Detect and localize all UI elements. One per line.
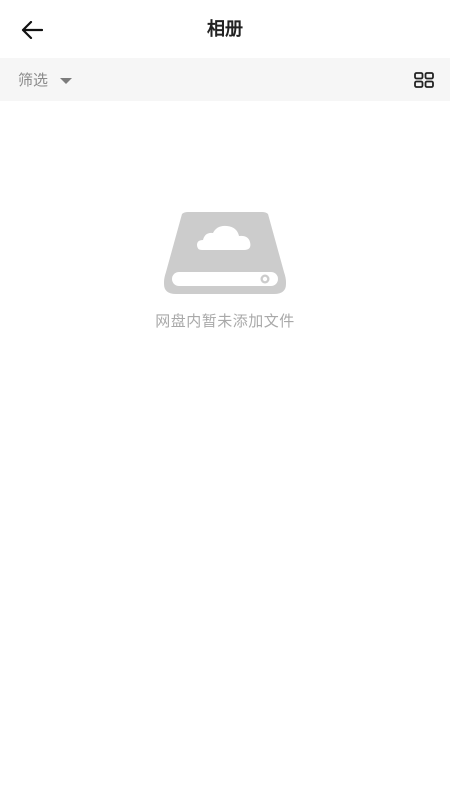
filter-bar: 筛选 [0, 58, 450, 101]
page-title: 相册 [207, 19, 243, 40]
filter-dropdown[interactable]: 筛选 [18, 58, 73, 101]
arrow-left-icon [21, 21, 43, 39]
album-screen: 相册 筛选 网盘内暂未添加文件 [0, 0, 450, 800]
caret-down-icon [60, 77, 73, 84]
back-button[interactable] [14, 14, 50, 46]
filter-label: 筛选 [18, 71, 49, 89]
empty-state: 网盘内暂未添加文件 [0, 210, 450, 331]
empty-message: 网盘内暂未添加文件 [155, 312, 295, 330]
top-bar: 相册 [0, 0, 450, 58]
grid-view-button[interactable] [412, 68, 436, 92]
cloud-drive-icon [164, 212, 286, 294]
grid-view-icon [414, 72, 434, 88]
